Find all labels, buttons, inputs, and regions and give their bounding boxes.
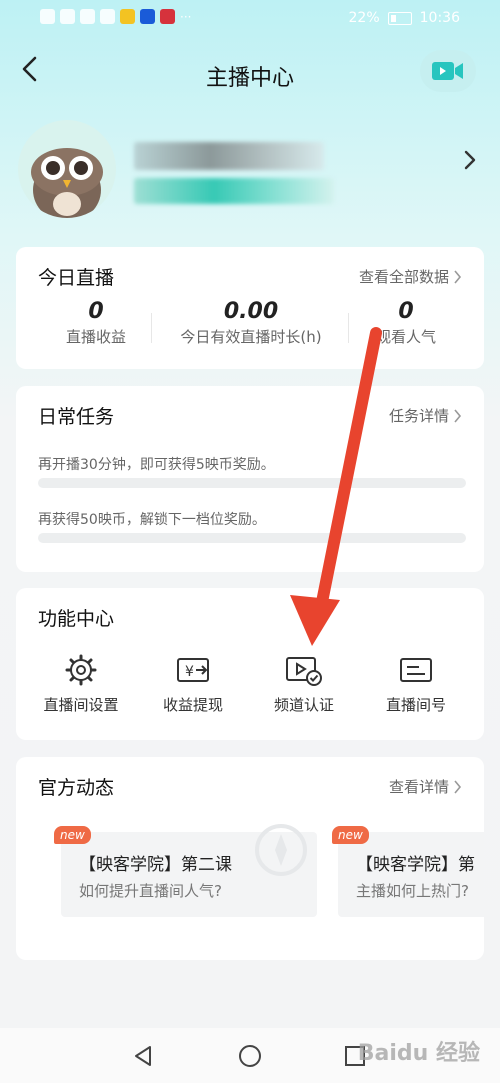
stat-value: 0.00	[223, 299, 279, 324]
stat-value: 0	[398, 299, 414, 324]
task-progress-bar	[38, 478, 466, 488]
hd-icon	[40, 9, 55, 24]
more-dots-icon: ···	[180, 9, 192, 24]
app-notification-icon	[140, 9, 155, 24]
news-title: 【映客学院】第	[356, 855, 475, 875]
avatar[interactable]	[18, 120, 116, 218]
view-all-data-link[interactable]: 查看全部数据	[359, 266, 462, 287]
app-notification-icon	[160, 9, 175, 24]
news-item[interactable]: 【映客学院】第 主播如何上热门?	[338, 832, 484, 917]
function-center-card: 功能中心 直播间设置 ¥ 收益提现 频道认证 直播间号	[16, 588, 484, 740]
view-details-label: 查看详情	[388, 778, 449, 796]
task-progress-bar	[38, 533, 466, 543]
compass-icon	[255, 824, 307, 876]
video-camera-icon	[432, 62, 463, 80]
stat-earnings: 0 直播收益	[36, 299, 156, 347]
stat-label: 直播收益	[65, 328, 126, 346]
task-details-link[interactable]: 任务详情	[389, 405, 462, 426]
stat-duration: 0.00 今日有效直播时长(h)	[166, 299, 336, 347]
stat-label: 今日有效直播时长(h)	[180, 328, 322, 346]
channel-verify-icon	[286, 657, 322, 686]
new-badge: new	[332, 826, 369, 844]
withdraw-icon: ¥	[177, 658, 209, 682]
nav-home-icon[interactable]	[238, 1044, 262, 1068]
function-room-id[interactable]: 直播间号	[356, 654, 476, 715]
news-subtitle: 主播如何上热门?	[356, 882, 469, 900]
clock: 10:36	[419, 10, 460, 26]
news-subtitle: 如何提升直播间人气?	[79, 882, 222, 900]
room-id-icon	[400, 658, 432, 682]
video-button[interactable]	[420, 50, 476, 92]
view-all-data-label: 查看全部数据	[358, 268, 449, 286]
chevron-right-icon	[454, 408, 462, 423]
view-details-link[interactable]: 查看详情	[389, 776, 462, 797]
official-news-card: 官方动态 查看详情 【映客学院】第二课 如何提升直播间人气? new 【映客学院…	[16, 757, 484, 960]
official-news-title: 官方动态	[38, 777, 115, 799]
function-label: 频道认证	[273, 696, 334, 714]
today-live-card: 今日直播 查看全部数据 0 直播收益 0.00 今日有效直播时长(h) 0 观看…	[16, 247, 484, 369]
profile-section[interactable]	[18, 118, 488, 218]
divider	[151, 313, 152, 343]
signal-icon	[60, 9, 75, 24]
battery-percent: 22%	[348, 10, 380, 26]
task-details-label: 任务详情	[388, 407, 449, 425]
today-live-title: 今日直播	[38, 267, 115, 289]
gear-icon	[65, 654, 97, 686]
nav-back-icon[interactable]	[132, 1044, 154, 1068]
header: 主播中心	[0, 40, 500, 108]
news-item[interactable]: 【映客学院】第二课 如何提升直播间人气?	[61, 824, 317, 917]
user-info-blurred	[134, 178, 334, 204]
function-label: 直播间设置	[43, 696, 119, 714]
app-notification-icon	[120, 9, 135, 24]
svg-text:¥: ¥	[185, 664, 194, 680]
status-icons: ···	[40, 9, 191, 24]
news-title: 【映客学院】第二课	[79, 855, 232, 875]
stat-value: 0	[88, 299, 104, 324]
chat-icon	[100, 9, 115, 24]
chevron-right-icon[interactable]	[460, 148, 480, 172]
username-blurred	[134, 142, 324, 170]
function-label: 收益提现	[162, 696, 223, 714]
stat-popularity: 0 观看人气	[346, 299, 466, 347]
battery-icon	[387, 11, 412, 25]
function-channel-verify[interactable]: 频道认证	[244, 654, 364, 715]
chevron-right-icon	[454, 779, 462, 794]
wifi-icon	[80, 9, 95, 24]
function-room-settings[interactable]: 直播间设置	[21, 654, 141, 715]
task-text: 再获得50映币，解锁下一档位奖励。	[38, 512, 266, 528]
function-withdraw[interactable]: ¥ 收益提现	[133, 654, 253, 715]
function-center-title: 功能中心	[38, 608, 115, 630]
task-text: 再开播30分钟，即可获得5映币奖励。	[38, 457, 275, 473]
function-label: 直播间号	[385, 696, 446, 714]
chevron-right-icon	[454, 269, 462, 284]
stat-label: 观看人气	[375, 328, 436, 346]
status-bar: ··· 22% 10:36	[0, 0, 500, 38]
watermark: Baidu 经验	[357, 1041, 480, 1066]
daily-tasks-card: 日常任务 任务详情 再开播30分钟，即可获得5映币奖励。 再获得50映币，解锁下…	[16, 386, 484, 572]
new-badge: new	[54, 826, 91, 844]
daily-tasks-title: 日常任务	[38, 406, 115, 428]
